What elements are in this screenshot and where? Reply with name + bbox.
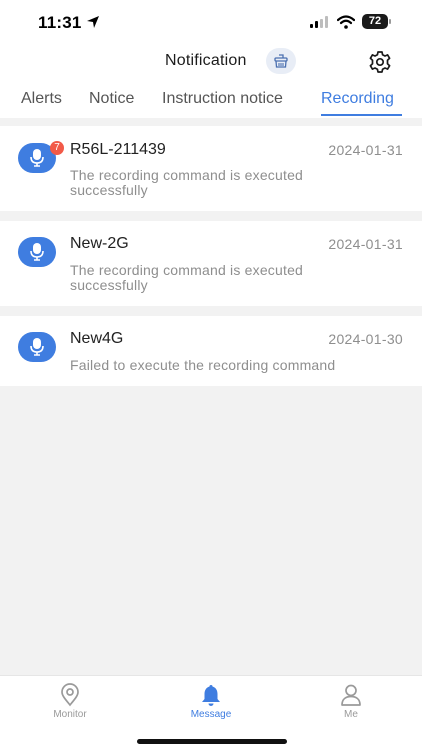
device-avatar [18, 237, 56, 267]
tab-recording[interactable]: Recording [321, 90, 394, 108]
microphone-icon [30, 149, 44, 167]
message-item[interactable]: New-2G 2024-01-31 The recording command … [0, 221, 422, 306]
message-text-line: successfully [70, 182, 148, 198]
battery-indicator: 72 [362, 14, 393, 30]
status-bar: 11:31 72 [0, 0, 422, 46]
settings-gear-icon[interactable] [368, 50, 392, 74]
message-text: The recording command is executed succes… [70, 263, 340, 293]
battery-tip [389, 19, 391, 24]
home-indicator[interactable] [137, 739, 287, 744]
device-avatar [18, 332, 56, 362]
clear-basket-icon [274, 54, 288, 68]
tab-notice[interactable]: Notice [89, 90, 134, 108]
cellular-signal-icon [310, 16, 328, 28]
status-time: 11:31 [38, 13, 82, 32]
person-icon [341, 684, 361, 706]
microphone-icon [30, 243, 44, 261]
message-date: 2024-01-31 [328, 142, 403, 158]
message-item[interactable]: New4G 2024-01-30 Failed to execute the r… [0, 316, 422, 386]
nav-message[interactable]: Message [166, 676, 256, 726]
header-area: 11:31 72 Notification Alerts Notice Inst… [0, 0, 422, 118]
device-name: R56L-211439 [70, 141, 166, 158]
device-name: New-2G [70, 235, 129, 252]
message-text: Failed to execute the recording command [70, 358, 370, 373]
location-arrow-icon [87, 16, 99, 28]
message-item[interactable]: 7 R56L-211439 2024-01-31 The recording c… [0, 126, 422, 211]
page-title: Notification [165, 52, 247, 69]
bell-icon [202, 685, 220, 706]
clear-button[interactable] [266, 48, 296, 74]
unread-badge: 7 [50, 141, 64, 155]
wifi-icon [337, 15, 355, 29]
active-tab-indicator [321, 114, 402, 116]
location-pin-icon [61, 683, 79, 707]
message-date: 2024-01-31 [328, 236, 403, 252]
message-text-line: The recording command is executed [70, 167, 304, 183]
nav-label: Me [344, 709, 358, 720]
microphone-icon [30, 338, 44, 356]
message-text-line: successfully [70, 277, 148, 293]
message-date: 2024-01-30 [328, 331, 403, 347]
nav-label: Message [190, 709, 232, 720]
nav-me[interactable]: Me [306, 676, 396, 726]
device-name: New4G [70, 330, 124, 347]
nav-monitor[interactable]: Monitor [25, 676, 115, 726]
message-text: The recording command is executed succes… [70, 168, 340, 198]
message-text-line: The recording command is executed [70, 262, 304, 278]
message-text-line: Failed to execute the recording command [70, 357, 336, 373]
battery-level: 72 [362, 14, 388, 29]
tab-alerts[interactable]: Alerts [21, 90, 62, 108]
nav-label: Monitor [53, 709, 87, 720]
tab-instruction-notice[interactable]: Instruction notice [162, 90, 283, 108]
